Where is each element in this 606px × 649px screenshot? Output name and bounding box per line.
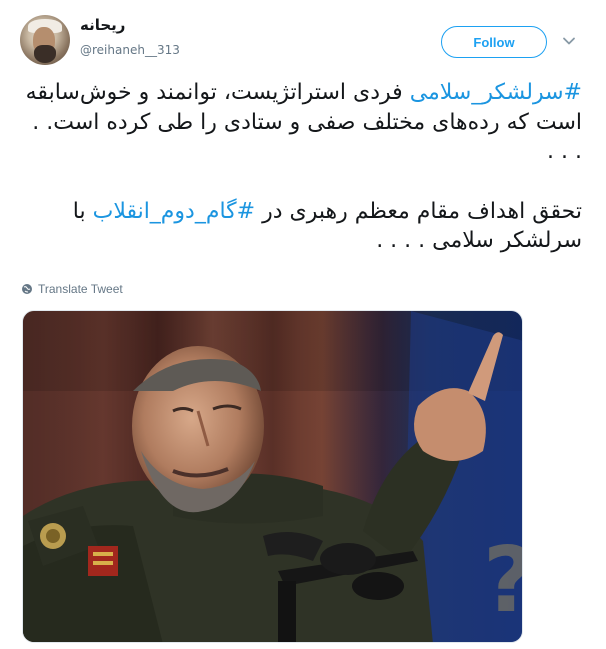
speaker-photo: ?	[23, 311, 523, 642]
tweet-header: ریحانه @reihaneh__313 Follow	[0, 0, 606, 70]
translate-tweet-link[interactable]: Translate Tweet	[21, 282, 123, 296]
translate-label: Translate Tweet	[38, 282, 123, 296]
tweet-photo[interactable]: ?	[22, 310, 523, 643]
globe-icon	[22, 284, 32, 294]
follow-button[interactable]: Follow	[441, 26, 547, 58]
tweet-paragraph-2: تحقق اهداف مقام معظم رهبری در #گام_دوم_ا…	[22, 197, 582, 256]
tweet-paragraph-1: #سرلشکر_سلامی فردی استراتژیست، توانمند و…	[22, 78, 582, 167]
avatar-beard	[34, 45, 56, 63]
hashtag-link[interactable]: #سرلشکر_سلامی	[410, 80, 582, 105]
screen-name[interactable]: @reihaneh__313	[80, 43, 180, 57]
chevron-down-icon[interactable]	[562, 34, 576, 48]
display-name[interactable]: ریحانه	[80, 16, 125, 34]
tweet-text: #سرلشکر_سلامی فردی استراتژیست، توانمند و…	[22, 78, 582, 286]
tweet-text-segment: تحقق اهداف مقام معظم رهبری در	[255, 198, 582, 224]
svg-text:?: ?	[483, 528, 523, 633]
hashtag-link[interactable]: #گام_دوم_انقلاب	[93, 199, 255, 224]
avatar[interactable]	[20, 15, 70, 65]
